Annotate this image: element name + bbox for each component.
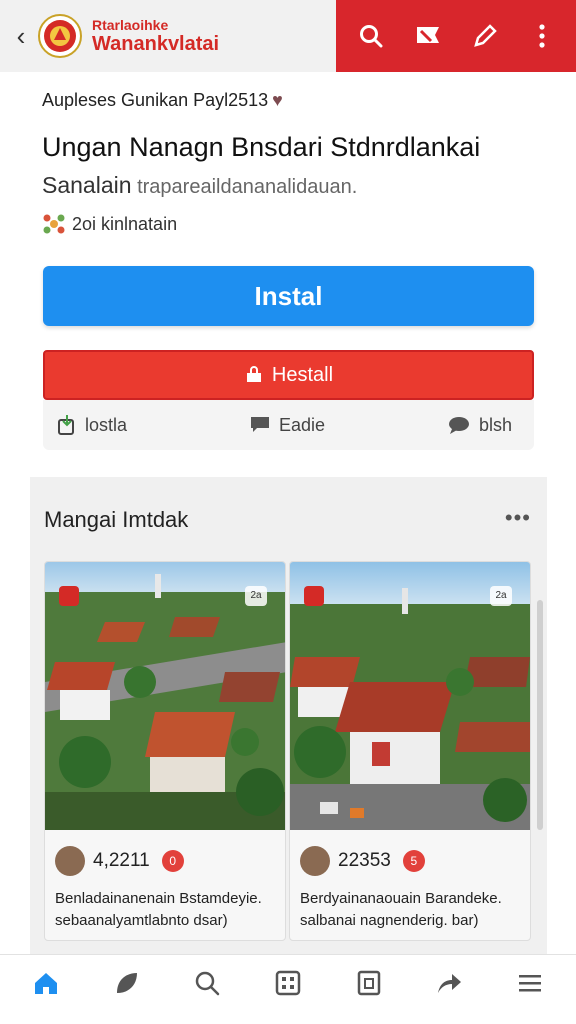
share-icon bbox=[438, 973, 462, 993]
nav-grid[interactable] bbox=[264, 959, 312, 1007]
subtitle-muted: trapareaildananalidauan. bbox=[131, 176, 358, 198]
card-description: Benladainanenain Bstamdeyie. sebaanalyam… bbox=[55, 890, 262, 929]
emblem-icon bbox=[44, 20, 76, 52]
avatar[interactable] bbox=[55, 846, 85, 876]
nav-home[interactable] bbox=[22, 959, 70, 1007]
bottom-navigation bbox=[0, 954, 576, 1010]
flag-button[interactable] bbox=[406, 14, 450, 58]
home-icon bbox=[35, 972, 58, 994]
back-button[interactable]: ‹ bbox=[8, 16, 34, 56]
card-count: 4,2211 bbox=[93, 850, 150, 871]
nav-share[interactable] bbox=[425, 959, 473, 1007]
card-count: 22353 bbox=[338, 850, 391, 871]
edit-button[interactable] bbox=[463, 14, 507, 58]
gallery-section: Mangai Imtdak ••• 2a 4,2211 0 Benladaina… bbox=[30, 477, 547, 957]
chevron-left-icon: ‹ bbox=[16, 20, 26, 51]
chat-bubble-icon bbox=[448, 417, 469, 434]
page-subtitle: Sanalain trapareaildananalidauan. bbox=[42, 172, 542, 199]
star-burst-icon bbox=[43, 214, 65, 234]
kebab-menu-icon bbox=[538, 24, 545, 48]
nav-document[interactable] bbox=[345, 959, 393, 1007]
pencil-icon bbox=[473, 24, 497, 47]
bag-icon bbox=[246, 366, 261, 382]
search-button[interactable] bbox=[349, 14, 393, 58]
flag-icon bbox=[416, 27, 439, 43]
grid-icon bbox=[275, 970, 301, 995]
gallery-card[interactable]: 2a 22353 5 Berdyainanaouain Barandeke. s… bbox=[289, 561, 531, 941]
brand-bottom-text: Wanankvlatai bbox=[92, 33, 220, 55]
action-install-label: lostla bbox=[85, 414, 128, 435]
post-meta-text: Aupleses Gunikan Payl2513 bbox=[42, 90, 269, 110]
rating-row: 2oi kinlnatain bbox=[42, 212, 177, 236]
image-badge-icon bbox=[304, 586, 324, 606]
red-action-label: Hestall bbox=[271, 363, 334, 386]
gallery-card[interactable]: 2a 4,2211 0 Benladainanenain Bstamdeyie.… bbox=[44, 561, 286, 941]
header-actions bbox=[336, 0, 576, 72]
nav-search[interactable] bbox=[183, 959, 231, 1007]
leaf-icon bbox=[116, 972, 137, 993]
image-badge-icon bbox=[59, 586, 79, 606]
header-brand-area: ‹ Rtarlaoihke Wanankvlatai bbox=[0, 0, 336, 72]
brand-logo[interactable] bbox=[38, 14, 82, 58]
search-icon bbox=[196, 971, 220, 995]
card-description: Berdyainanaouain Barandeke. salbanai nag… bbox=[300, 890, 502, 929]
card-meta: 22353 5 bbox=[300, 846, 425, 876]
document-icon bbox=[357, 970, 380, 995]
section-title: Mangai Imtdak bbox=[44, 507, 189, 532]
brand-top-text: Rtarlaoihke bbox=[92, 17, 169, 33]
avatar[interactable] bbox=[300, 846, 330, 876]
card-meta: 4,2211 0 bbox=[55, 846, 184, 876]
more-options-button[interactable] bbox=[520, 14, 564, 58]
nav-menu[interactable] bbox=[506, 959, 554, 1007]
section-more-button[interactable]: ••• bbox=[505, 505, 531, 531]
action-edit[interactable]: Eadie bbox=[249, 415, 325, 436]
install-button[interactable]: Instal bbox=[43, 266, 534, 326]
action-share-label: blsh bbox=[478, 414, 512, 435]
page-title: Ungan Nanagn Bnsdari Stdnrdlankai bbox=[42, 132, 481, 162]
download-box-icon bbox=[58, 415, 74, 435]
app-header: ‹ Rtarlaoihke Wanankvlatai bbox=[0, 0, 576, 72]
action-edit-label: Eadie bbox=[278, 414, 326, 435]
action-share[interactable]: blsh bbox=[447, 415, 512, 436]
menu-icon bbox=[518, 974, 541, 991]
subtitle-main: Sanalain bbox=[42, 172, 132, 198]
card-badge: 0 bbox=[161, 850, 184, 872]
action-install[interactable]: lostla bbox=[57, 414, 127, 436]
red-action-button[interactable]: Hestall bbox=[43, 350, 534, 400]
scrollbar[interactable] bbox=[537, 600, 543, 830]
card-badge: 5 bbox=[402, 850, 425, 872]
action-row: lostla Eadie blsh bbox=[43, 400, 534, 450]
heart-icon[interactable]: ♥ bbox=[272, 90, 283, 111]
post-meta: Aupleses Gunikan Payl2513 ♥ bbox=[42, 90, 283, 111]
nav-leaf[interactable] bbox=[103, 959, 151, 1007]
brand-name: Rtarlaoihke Wanankvlatai bbox=[92, 17, 219, 55]
image-count-badge: 2a bbox=[245, 586, 267, 606]
image-count-badge: 2a bbox=[490, 586, 512, 606]
comment-icon bbox=[250, 417, 269, 432]
rating-text: 2oi kinlnatain bbox=[72, 213, 178, 234]
search-icon bbox=[359, 25, 382, 48]
